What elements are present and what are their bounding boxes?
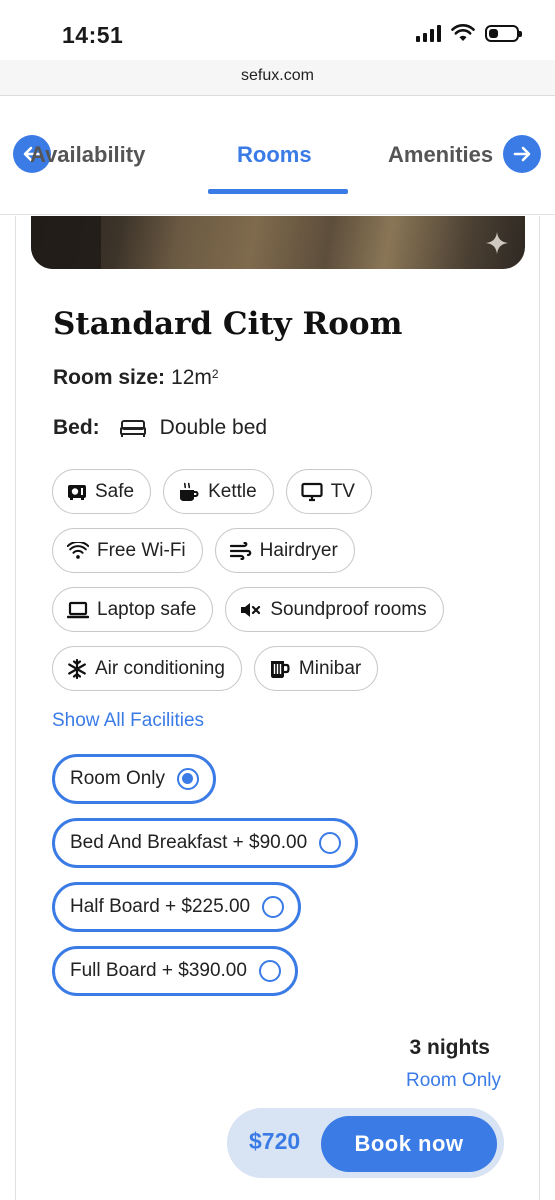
safe-icon [67, 483, 87, 501]
status-bar: 14:51 [0, 0, 555, 60]
bed-value: Double bed [159, 416, 268, 439]
radio-icon[interactable] [262, 896, 285, 918]
board-option-full-board[interactable]: Full Board + $390.00 [52, 946, 298, 996]
board-option-bed-and-breakfast[interactable]: Bed And Breakfast + $90.00 [52, 818, 359, 868]
status-icons [416, 24, 522, 42]
tab-availability[interactable]: Availability [30, 142, 170, 168]
mute-icon [240, 601, 262, 619]
radio-selected-icon[interactable] [177, 768, 200, 790]
board-option-half-board[interactable]: Half Board + $225.00 [52, 882, 302, 932]
nights-count: 3 nights [409, 1036, 490, 1059]
facility-label: Air conditioning [95, 657, 225, 679]
hairdryer-icon [229, 541, 252, 560]
facility-chip-wifi: Free Wi-Fi [52, 528, 203, 573]
facility-label: Soundproof rooms [270, 598, 427, 620]
facility-list: Safe Kettle TV Free Wi-Fi Hairdryer Lapt… [52, 469, 522, 705]
facility-chip-kettle: Kettle [163, 469, 274, 514]
facility-chip-tv: TV [285, 469, 372, 514]
tab-amenities[interactable]: Amenities [388, 142, 498, 168]
radio-icon[interactable] [258, 960, 281, 982]
board-option-label: Bed And Breakfast + $90.00 [70, 832, 308, 853]
room-card: Standard City Room Room size: 12m 2 Bed: … [15, 216, 540, 1200]
room-size-sup: 2 [211, 367, 219, 381]
facility-chip-hairdryer: Hairdryer [214, 528, 355, 573]
board-option-label: Room Only [70, 768, 166, 789]
bed-icon [119, 420, 146, 437]
wifi-status-icon [451, 24, 475, 41]
facility-chip-air-conditioning: Air conditioning [52, 646, 242, 691]
booking-bar: $720 Book now [227, 1108, 504, 1178]
signal-icon [416, 24, 441, 42]
room-size: Room size: 12m 2 [53, 366, 219, 390]
tab-rooms[interactable]: Rooms [237, 142, 312, 168]
selected-plan-link[interactable]: Room Only [406, 1070, 501, 1092]
facility-chip-soundproof: Soundproof rooms [225, 587, 444, 632]
wifi-icon [67, 541, 89, 560]
section-tabs: Availability Rooms Amenities [0, 97, 555, 215]
bed-label: Bed: [53, 416, 100, 439]
book-now-button[interactable]: Book now [321, 1116, 497, 1172]
status-time: 14:51 [62, 22, 124, 48]
facility-label: TV [330, 480, 355, 502]
facility-chip-safe: Safe [52, 469, 152, 514]
room-photo[interactable] [31, 216, 525, 269]
radio-icon[interactable] [319, 832, 342, 854]
sparkle-icon[interactable] [485, 231, 509, 255]
kettle-icon [178, 482, 200, 502]
facility-label: Safe [95, 480, 135, 502]
facility-chip-minibar: Minibar [253, 646, 379, 691]
arrow-right-icon[interactable] [503, 135, 541, 173]
laptop-icon [67, 601, 89, 619]
facility-chip-laptop-safe: Laptop safe [52, 587, 214, 632]
minibar-icon [269, 659, 291, 679]
active-tab-indicator [208, 189, 348, 194]
board-option-room-only[interactable]: Room Only [52, 754, 217, 804]
facility-label: Hairdryer [259, 539, 338, 561]
facility-label: Kettle [208, 480, 257, 502]
room-title: Standard City Room [53, 306, 403, 342]
snowflake-icon [67, 658, 87, 679]
facility-label: Laptop safe [97, 598, 197, 620]
board-option-label: Half Board + $225.00 [70, 896, 251, 917]
address-bar[interactable]: sefux.com [0, 60, 555, 96]
room-size-label: Room size: [53, 366, 166, 389]
tv-icon [301, 482, 323, 502]
total-price: $720 [249, 1128, 301, 1154]
facility-label: Free Wi-Fi [97, 539, 186, 561]
show-all-facilities-link[interactable]: Show All Facilities [52, 710, 204, 732]
board-option-label: Full Board + $390.00 [70, 960, 247, 981]
battery-icon [485, 24, 522, 42]
room-size-value: 12m [171, 366, 212, 389]
facility-label: Minibar [298, 657, 362, 679]
bed-type: Bed: Double bed [53, 416, 267, 440]
url-text: sefux.com [241, 67, 314, 84]
